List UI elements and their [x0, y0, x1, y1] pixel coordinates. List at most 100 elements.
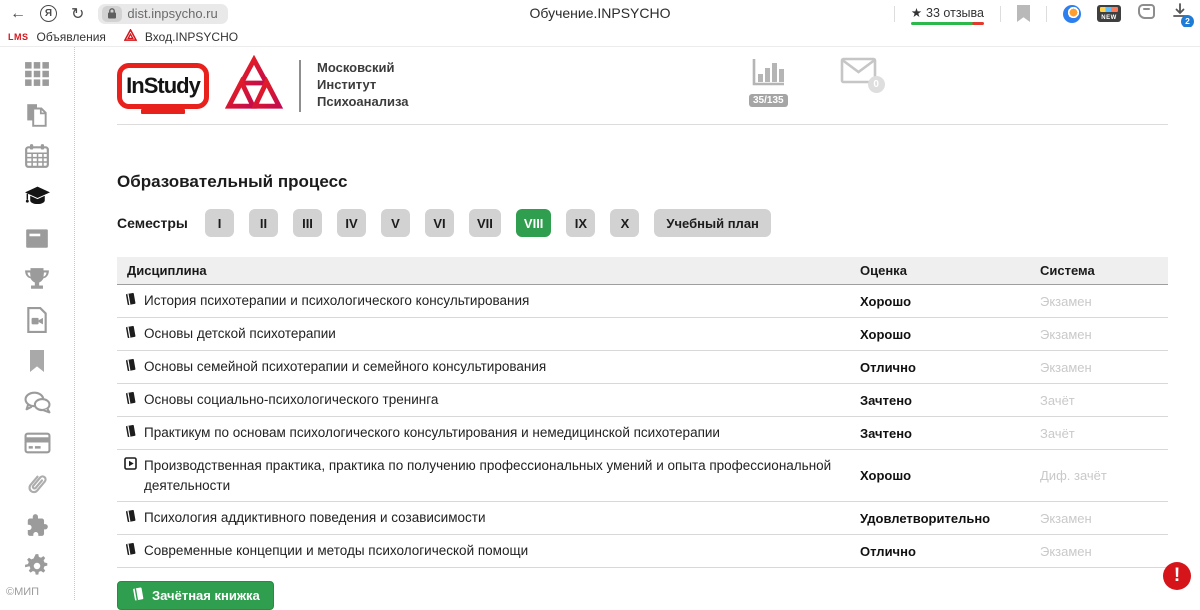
bookmark-item-login[interactable]: Вход.INPSYCHO: [145, 30, 238, 44]
book-icon: [124, 358, 137, 377]
semester-tab-X[interactable]: X: [610, 209, 639, 237]
book-icon: [124, 391, 137, 410]
puzzle-icon[interactable]: [24, 511, 51, 538]
reviews-label: 33 отзыва: [926, 6, 984, 20]
bar-chart-icon: [750, 57, 786, 92]
study-plan-button[interactable]: Учебный план: [654, 209, 770, 237]
sidebar-nav: ©МИП: [0, 47, 75, 600]
bookmark-flag-icon[interactable]: [1017, 5, 1030, 22]
main-content: InStudy Московский Институт Психоанализа…: [117, 47, 1168, 610]
bookmark-item-announcements[interactable]: Объявления: [37, 30, 106, 44]
downloads-button[interactable]: 2: [1172, 3, 1188, 24]
system-value: Диф. зачёт: [1040, 468, 1168, 483]
progress-stats-button[interactable]: 35/135: [749, 57, 788, 107]
archive-box-icon[interactable]: [24, 224, 51, 251]
system-value: Зачёт: [1040, 393, 1168, 408]
calendar-icon[interactable]: [24, 142, 51, 169]
mail-button[interactable]: 0: [840, 57, 877, 89]
browser-logo-icon[interactable]: [1063, 5, 1081, 23]
col-discipline: Дисциплина: [117, 263, 860, 278]
yandex-browser-icon[interactable]: Я: [40, 5, 57, 22]
lms-favicon: LMS: [8, 32, 29, 42]
col-system: Система: [1040, 263, 1168, 278]
documents-icon[interactable]: [24, 101, 51, 128]
semester-tab-V[interactable]: V: [381, 209, 410, 237]
table-row[interactable]: Основы социально-психологического тренин…: [117, 384, 1168, 417]
discipline-title: Современные концепции и методы психологи…: [144, 541, 528, 561]
alert-notification-icon[interactable]: !: [1163, 562, 1191, 590]
book-icon: [124, 292, 137, 311]
paperclip-icon[interactable]: [24, 470, 51, 497]
semester-tab-IV[interactable]: IV: [337, 209, 366, 237]
disciplines-table: Дисциплина Оценка Система История психот…: [117, 257, 1168, 568]
table-row[interactable]: Психология аддиктивного поведения и соза…: [117, 502, 1168, 535]
discipline-title: Основы семейной психотерапии и семейного…: [144, 357, 546, 377]
semester-tab-VII[interactable]: VII: [469, 209, 501, 237]
book-icon: [124, 542, 137, 561]
play-video-icon: [124, 457, 137, 475]
semester-tab-I[interactable]: I: [205, 209, 234, 237]
bookmarks-bar: LMS Объявления Вход.INPSYCHO: [0, 27, 1200, 47]
collections-icon[interactable]: [1137, 3, 1156, 25]
system-value: Экзамен: [1040, 544, 1168, 559]
apps-grid-icon[interactable]: [24, 60, 51, 87]
semester-tab-III[interactable]: III: [293, 209, 322, 237]
semester-switcher: Семестры IIIIIIIVVVIVIIVIIIIXX Учебный п…: [117, 209, 1168, 237]
institute-name: Московский Институт Психоанализа: [317, 60, 409, 111]
system-value: Экзамен: [1040, 360, 1168, 375]
book-icon: [124, 509, 137, 528]
graduation-cap-icon[interactable]: [24, 183, 51, 210]
chat-icon[interactable]: [24, 388, 51, 415]
grade-value: Зачтено: [860, 426, 1040, 441]
table-row[interactable]: Основы детской психотерапии Хорошо Экзам…: [117, 318, 1168, 351]
discipline-title: Практикум по основам психологического ко…: [144, 423, 720, 443]
settings-gear-icon[interactable]: [24, 552, 51, 579]
page-header: InStudy Московский Институт Психоанализа…: [117, 47, 1168, 125]
instudy-logo: InStudy: [117, 63, 209, 109]
reviews-rating-bar: [911, 22, 984, 25]
discipline-title: История психотерапии и психологического …: [144, 291, 529, 311]
grade-value: Зачтено: [860, 393, 1040, 408]
trophy-icon[interactable]: [24, 265, 51, 292]
star-icon: ★: [911, 5, 922, 20]
table-row[interactable]: Практикум по основам психологического ко…: [117, 417, 1168, 450]
table-row[interactable]: История психотерапии и психологического …: [117, 285, 1168, 318]
url-text: dist.inpsycho.ru: [127, 6, 217, 21]
semester-tab-VI[interactable]: VI: [425, 209, 454, 237]
mip-triangle-icon: [225, 55, 283, 116]
table-row[interactable]: Производственная практика, практика по п…: [117, 450, 1168, 502]
refresh-icon[interactable]: ↻: [71, 4, 84, 24]
mip-favicon-icon: [124, 28, 137, 46]
system-value: Экзамен: [1040, 511, 1168, 526]
semester-tab-IX[interactable]: IX: [566, 209, 595, 237]
reviews-button[interactable]: ★ 33 отзыва: [911, 5, 984, 22]
grade-value: Удовлетворительно: [860, 511, 1040, 526]
table-header: Дисциплина Оценка Система: [117, 257, 1168, 285]
table-row[interactable]: Основы семейной психотерапии и семейного…: [117, 351, 1168, 384]
credit-card-icon[interactable]: [24, 429, 51, 456]
lock-icon: [102, 6, 122, 22]
grade-value: Хорошо: [860, 468, 1040, 483]
divider: [1000, 6, 1001, 22]
address-bar[interactable]: dist.inpsycho.ru: [98, 4, 227, 24]
progress-badge: 35/135: [749, 94, 788, 107]
video-file-icon[interactable]: [24, 306, 51, 333]
semester-tab-VIII[interactable]: VIII: [516, 209, 552, 237]
back-icon[interactable]: ←: [10, 5, 26, 23]
system-value: Экзамен: [1040, 327, 1168, 342]
discipline-title: Основы детской психотерапии: [144, 324, 336, 344]
system-value: Зачёт: [1040, 426, 1168, 441]
table-body: История психотерапии и психологического …: [117, 285, 1168, 568]
discipline-title: Психология аддиктивного поведения и соза…: [144, 508, 485, 528]
grade-value: Хорошо: [860, 327, 1040, 342]
gradebook-button[interactable]: Зачётная книжка: [117, 581, 274, 610]
new-tab-icon[interactable]: NEW: [1097, 5, 1121, 22]
semester-tab-II[interactable]: II: [249, 209, 278, 237]
grade-value: Отлично: [860, 544, 1040, 559]
browser-chrome: ← Я ↻ dist.inpsycho.ru Обучение.INPSYCHO…: [0, 0, 1200, 27]
book-icon: [131, 587, 145, 604]
divider: [1046, 6, 1047, 22]
book-icon: [124, 424, 137, 443]
bookmark-icon[interactable]: [24, 347, 51, 374]
table-row[interactable]: Современные концепции и методы психологи…: [117, 535, 1168, 568]
